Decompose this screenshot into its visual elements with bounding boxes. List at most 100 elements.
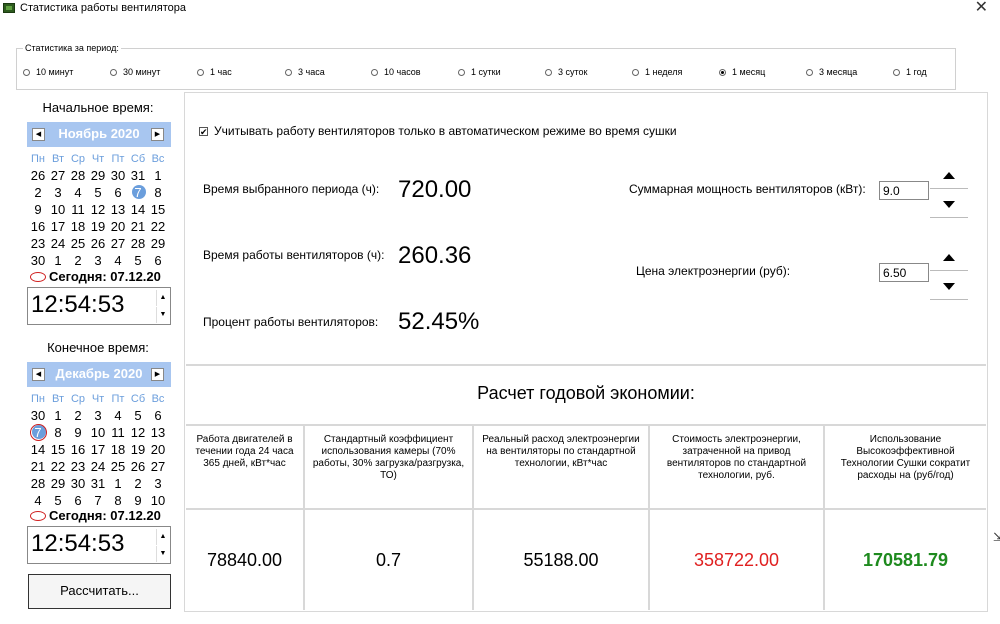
- period-option-1[interactable]: 30 минут: [110, 67, 160, 77]
- calendar-day[interactable]: 12: [128, 424, 148, 441]
- calendar-day[interactable]: 19: [128, 441, 148, 458]
- calendar-day[interactable]: 14: [128, 201, 148, 218]
- radio-icon[interactable]: [197, 68, 204, 76]
- calendar-day[interactable]: 29: [48, 475, 68, 492]
- radio-icon[interactable]: [458, 68, 465, 76]
- calendar-day[interactable]: 25: [108, 458, 128, 475]
- calendar-day[interactable]: 14: [28, 441, 48, 458]
- calendar-day[interactable]: 6: [108, 184, 128, 201]
- calendar-day[interactable]: 5: [88, 184, 108, 201]
- end-today-link[interactable]: Сегодня: 07.12.20: [30, 508, 161, 523]
- auto-mode-checkbox[interactable]: ✔ Учитывать работу вентиляторов только в…: [199, 124, 677, 138]
- calendar-day[interactable]: 8: [48, 424, 68, 441]
- calendar-day[interactable]: 4: [108, 252, 128, 269]
- energy-price-up-button[interactable]: [930, 245, 968, 271]
- calendar-day[interactable]: 1: [48, 252, 68, 269]
- calendar-day[interactable]: 13: [108, 201, 128, 218]
- period-option-9[interactable]: 3 месяца: [806, 67, 857, 77]
- calendar-day[interactable]: 10: [88, 424, 108, 441]
- end-time-up-button[interactable]: ▲: [156, 529, 169, 545]
- calendar-day[interactable]: 27: [108, 235, 128, 252]
- start-next-month-button[interactable]: ▶: [151, 128, 164, 141]
- radio-icon[interactable]: [110, 68, 117, 76]
- calendar-day[interactable]: 5: [48, 492, 68, 509]
- end-next-month-button[interactable]: ▶: [151, 368, 164, 381]
- calendar-day[interactable]: 21: [28, 458, 48, 475]
- calendar-day[interactable]: 17: [88, 441, 108, 458]
- radio-icon[interactable]: [806, 68, 813, 76]
- period-option-6[interactable]: 3 суток: [545, 67, 587, 77]
- calendar-day[interactable]: 30: [108, 167, 128, 184]
- calendar-day[interactable]: 30: [68, 475, 88, 492]
- calendar-day[interactable]: 29: [88, 167, 108, 184]
- fan-power-up-button[interactable]: [930, 163, 968, 189]
- calendar-day[interactable]: 3: [148, 475, 168, 492]
- calendar-day[interactable]: 28: [128, 235, 148, 252]
- calendar-day[interactable]: 13: [148, 424, 168, 441]
- calendar-day[interactable]: 7: [28, 424, 48, 441]
- period-option-8[interactable]: 1 месяц: [719, 67, 765, 77]
- period-option-7[interactable]: 1 неделя: [632, 67, 682, 77]
- calendar-day[interactable]: 26: [28, 167, 48, 184]
- calendar-day[interactable]: 3: [88, 407, 108, 424]
- calendar-day[interactable]: 3: [88, 252, 108, 269]
- calendar-day[interactable]: 26: [128, 458, 148, 475]
- start-month-label[interactable]: Ноябрь 2020: [27, 126, 171, 141]
- end-month-label[interactable]: Декабрь 2020: [27, 366, 171, 381]
- calendar-day[interactable]: 2: [68, 252, 88, 269]
- period-option-5[interactable]: 1 сутки: [458, 67, 501, 77]
- energy-price-down-button[interactable]: [930, 274, 968, 300]
- calendar-day[interactable]: 5: [128, 252, 148, 269]
- calendar-day[interactable]: 6: [68, 492, 88, 509]
- calendar-day[interactable]: 2: [28, 184, 48, 201]
- calendar-day[interactable]: 8: [148, 184, 168, 201]
- calendar-day[interactable]: 25: [68, 235, 88, 252]
- calendar-day[interactable]: 9: [128, 492, 148, 509]
- calendar-day[interactable]: 23: [28, 235, 48, 252]
- calendar-day[interactable]: 18: [108, 441, 128, 458]
- radio-icon[interactable]: [719, 68, 726, 76]
- end-time-input[interactable]: 12:54:53 ▲ ▼: [27, 526, 171, 564]
- period-option-0[interactable]: 10 минут: [23, 67, 73, 77]
- calendar-day[interactable]: 1: [48, 407, 68, 424]
- calculate-button[interactable]: Рассчитать...: [28, 574, 171, 609]
- calendar-day[interactable]: 24: [48, 235, 68, 252]
- calendar-day[interactable]: 28: [68, 167, 88, 184]
- calendar-day[interactable]: 3: [48, 184, 68, 201]
- calendar-day[interactable]: 2: [68, 407, 88, 424]
- radio-icon[interactable]: [545, 68, 552, 76]
- calendar-day[interactable]: 9: [28, 201, 48, 218]
- calendar-day[interactable]: 7: [128, 184, 148, 201]
- calendar-day[interactable]: 4: [68, 184, 88, 201]
- calendar-day[interactable]: 26: [88, 235, 108, 252]
- calendar-day[interactable]: 4: [28, 492, 48, 509]
- fan-power-down-button[interactable]: [930, 192, 968, 218]
- start-time-down-button[interactable]: ▼: [156, 307, 169, 323]
- close-button[interactable]: ✕: [975, 0, 988, 16]
- calendar-day[interactable]: 4: [108, 407, 128, 424]
- calendar-day[interactable]: 20: [148, 441, 168, 458]
- calendar-day[interactable]: 6: [148, 252, 168, 269]
- calendar-day[interactable]: 10: [48, 201, 68, 218]
- calendar-day[interactable]: 30: [28, 407, 48, 424]
- calendar-day[interactable]: 16: [68, 441, 88, 458]
- calendar-day[interactable]: 11: [108, 424, 128, 441]
- calendar-day[interactable]: 5: [128, 407, 148, 424]
- radio-icon[interactable]: [23, 68, 30, 76]
- calendar-day[interactable]: 23: [68, 458, 88, 475]
- calendar-day[interactable]: 22: [148, 218, 168, 235]
- calendar-day[interactable]: 11: [68, 201, 88, 218]
- calendar-day[interactable]: 1: [148, 167, 168, 184]
- calendar-day[interactable]: 1: [108, 475, 128, 492]
- calendar-day[interactable]: 16: [28, 218, 48, 235]
- calendar-day[interactable]: 10: [148, 492, 168, 509]
- start-today-link[interactable]: Сегодня: 07.12.20: [30, 269, 161, 284]
- calendar-day[interactable]: 24: [88, 458, 108, 475]
- period-option-3[interactable]: 3 часа: [285, 67, 325, 77]
- radio-icon[interactable]: [285, 68, 292, 76]
- calendar-day[interactable]: 27: [148, 458, 168, 475]
- calendar-day[interactable]: 18: [68, 218, 88, 235]
- calendar-day[interactable]: 8: [108, 492, 128, 509]
- calendar-day[interactable]: 22: [48, 458, 68, 475]
- radio-icon[interactable]: [893, 68, 900, 76]
